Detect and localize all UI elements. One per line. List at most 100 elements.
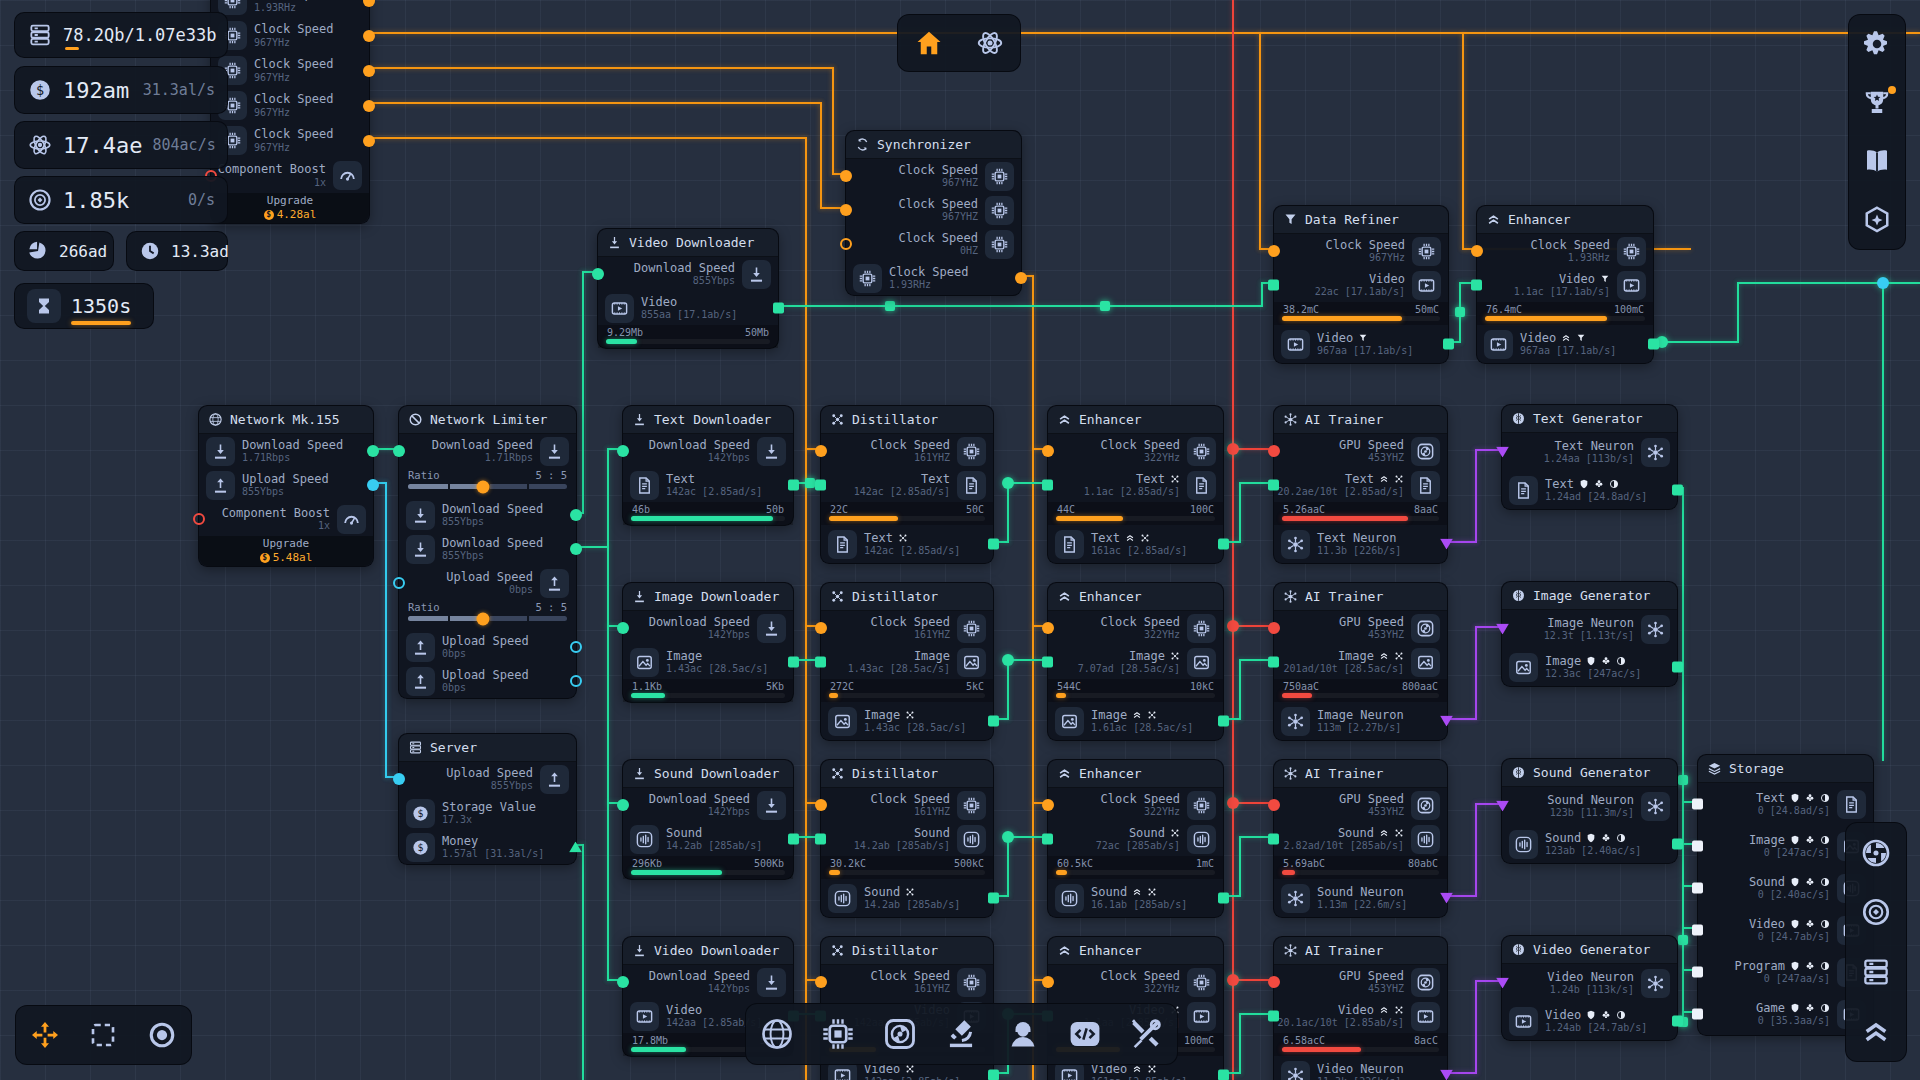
move-tool-button[interactable] [30,1020,60,1050]
input-port[interactable] [1496,624,1509,635]
distillator-sound[interactable]: DistillatorClock Speed161YHZSound14.2ab … [820,759,994,918]
output-port[interactable] [1672,485,1683,496]
input-port[interactable] [1496,447,1509,458]
distillator-text-header[interactable]: Distillator [821,406,993,434]
network-tab-button[interactable] [759,1016,795,1052]
resource-time-resource[interactable]: 13.3ad [126,231,228,271]
enhancer-sound-header[interactable]: Enhancer [1048,760,1223,788]
achievements-button[interactable] [1862,88,1892,118]
input-port[interactable] [1268,799,1280,811]
input-port[interactable] [1268,480,1279,491]
server[interactable]: ServerUpload Speed855Ybps$Storage Value1… [398,733,577,865]
output-port[interactable] [1443,339,1454,350]
science-tab-button[interactable] [943,1016,979,1052]
output-port[interactable] [363,100,375,112]
video-downloader-top[interactable]: Video DownloaderDownload Speed855YbpsVid… [597,228,779,349]
input-port[interactable] [815,657,826,668]
input-port[interactable] [1268,834,1279,845]
upgrade-button[interactable]: Upgrade$5.48al [199,536,373,566]
distillator-text[interactable]: DistillatorClock Speed161YHZText142ac [2… [820,405,994,564]
ai-trainer-video[interactable]: AI TrainerGPU Speed453YHZVideo20.1ac/10t… [1273,936,1448,1080]
output-port[interactable] [570,675,582,687]
resource-science[interactable]: 17.4ae804ac/s [14,121,228,169]
output-port[interactable] [788,657,799,668]
input-port[interactable] [1268,976,1280,988]
output-port[interactable] [988,539,999,550]
ai-trainer-text-header[interactable]: AI Trainer [1274,406,1447,434]
synchronizer[interactable]: SynchronizerClock Speed967YHZClock Speed… [845,130,1022,296]
input-port[interactable] [1471,245,1483,257]
input-port[interactable] [815,834,826,845]
enhancer-sound[interactable]: EnhancerClock Speed322YHzSound72ac [285a… [1047,759,1224,918]
output-port[interactable] [788,834,799,845]
text-generator-header[interactable]: Text Generator [1502,405,1677,433]
enhancer-image[interactable]: EnhancerClock Speed322YHzImage7.07ad [28… [1047,582,1224,741]
synchronizer-header[interactable]: Synchronizer [846,131,1021,159]
input-port[interactable] [1268,622,1280,634]
resource-storage-capacity[interactable]: 78.2Qb/1.07e33b [14,12,228,58]
input-port[interactable] [1496,978,1509,989]
input-port[interactable] [840,170,852,182]
output-port[interactable] [988,893,999,904]
video-generator[interactable]: Video GeneratorVideo Neuron1.24b [113k/s… [1501,935,1678,1041]
input-port[interactable] [1268,445,1280,457]
targets-button[interactable] [1860,896,1892,928]
resource-prestige-points[interactable]: 1.85k0/s [14,176,228,224]
input-port[interactable] [393,445,405,457]
gpu-tab-button[interactable] [882,1016,918,1052]
code-tab-button[interactable] [1067,1016,1103,1052]
input-port[interactable] [1042,976,1054,988]
input-port[interactable] [1268,280,1279,291]
input-port[interactable] [193,513,205,525]
input-port[interactable] [1042,657,1053,668]
input-port[interactable] [1042,834,1053,845]
ai-trainer-video-header[interactable]: AI Trainer [1274,937,1447,965]
input-port[interactable] [815,445,827,457]
distillator-image-header[interactable]: Distillator [821,583,993,611]
server-header[interactable]: Server [399,734,576,762]
image-downloader-header[interactable]: Image Downloader [623,583,793,611]
output-port[interactable] [570,543,582,555]
clock-source[interactable]: Clock Speed1.93RHzClock Speed967YHzClock… [210,0,370,224]
enhancer-video-bottom-header[interactable]: Enhancer [1048,937,1223,965]
text-downloader-header[interactable]: Text Downloader [623,406,793,434]
input-port[interactable] [1042,445,1054,457]
output-port[interactable] [1672,839,1683,850]
output-port[interactable] [773,303,784,314]
enhancer-video-top[interactable]: EnhancerClock Speed1.93RHzVideo1.1ac [17… [1476,205,1654,364]
input-port[interactable] [815,799,827,811]
ratio-slider[interactable]: Ratio5 : 5 [399,468,576,498]
input-port[interactable] [815,480,826,491]
input-port[interactable] [617,622,629,634]
resource-pie-resource[interactable]: 266ad [14,231,114,271]
output-port[interactable] [367,479,379,491]
distillator-sound-header[interactable]: Distillator [821,760,993,788]
input-port[interactable] [840,204,852,216]
ai-trainer-image[interactable]: AI TrainerGPU Speed453YHZImage201ad/10t … [1273,582,1448,741]
cpu-tab-button[interactable] [820,1016,856,1052]
ai-trainer-image-header[interactable]: AI Trainer [1274,583,1447,611]
input-port[interactable] [815,976,827,988]
output-port[interactable] [363,65,375,77]
input-port[interactable] [1268,657,1279,668]
encyclopedia-button[interactable] [1862,146,1892,176]
input-port[interactable] [815,622,827,634]
input-port[interactable] [1268,245,1280,257]
output-port[interactable] [1672,662,1683,673]
prestige-button[interactable] [1862,205,1892,235]
output-port[interactable] [988,716,999,727]
resource-money[interactable]: $192am31.3al/s [14,66,228,114]
output-port[interactable] [1218,539,1229,550]
output-port[interactable] [988,1070,999,1080]
input-port[interactable] [1042,622,1054,634]
circle-tool-button[interactable] [147,1020,177,1050]
image-generator[interactable]: Image GeneratorImage Neuron12.3t [1.13t/… [1501,581,1678,687]
ratio-slider[interactable]: Ratio5 : 5 [399,600,576,630]
distillator-image[interactable]: DistillatorClock Speed161YHZImage1.43ac … [820,582,994,741]
input-port[interactable] [1692,925,1703,936]
output-port[interactable] [1440,539,1453,550]
collapse-button[interactable] [1860,1015,1892,1047]
input-port[interactable] [1471,280,1482,291]
input-port[interactable] [1268,1011,1279,1022]
input-port[interactable] [1042,480,1053,491]
